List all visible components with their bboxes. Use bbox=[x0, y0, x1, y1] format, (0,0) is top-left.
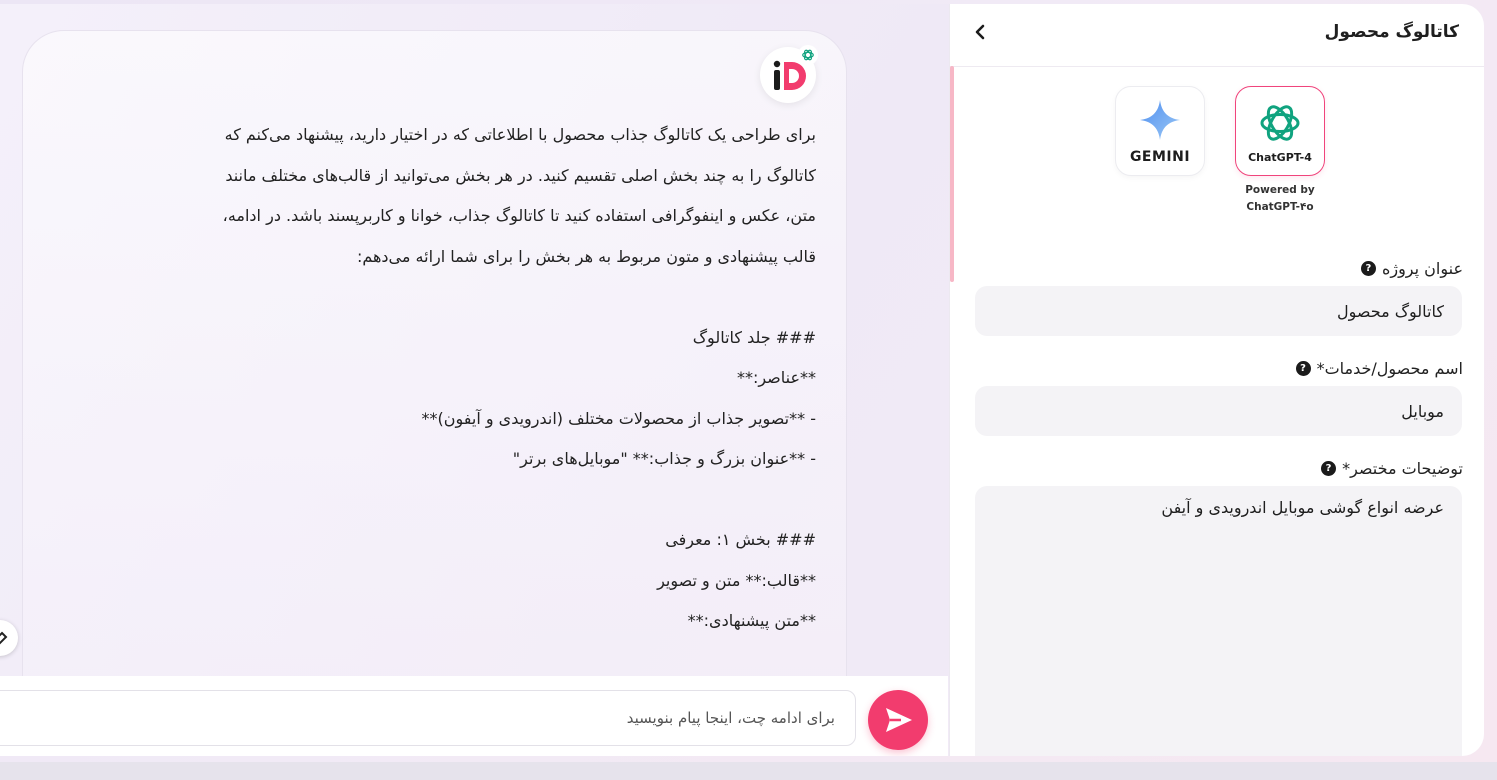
field-value: عرضه انواع گوشی موبایل اندرویدی و آیفن bbox=[1161, 498, 1444, 517]
message-line: **متن پیشنهادی:** bbox=[687, 611, 816, 630]
project-title-label: عنوان پروژه ? bbox=[1360, 259, 1463, 278]
assistant-message-bubble: برای طراحی یک کاتالوگ جذاب محصول با اطلا… bbox=[22, 30, 847, 692]
help-icon[interactable]: ? bbox=[1360, 261, 1376, 276]
sidebar-title: کاتالوگ محصول bbox=[1324, 22, 1459, 42]
message-blank-line bbox=[46, 277, 816, 318]
powered-by-line: Powered by bbox=[1245, 184, 1315, 196]
product-name-input[interactable]: موبایل bbox=[975, 386, 1462, 436]
gemini-star-icon bbox=[1140, 100, 1180, 140]
settings-sidebar: کاتالوگ محصول ChatGPT-4 GEMINI Powered b… bbox=[949, 4, 1484, 756]
message-line: ### جلد کاتالوگ bbox=[692, 327, 816, 347]
help-icon[interactable]: ? bbox=[1295, 361, 1311, 376]
message-line: - **عنوان بزرگ و جذاب:** "موبایل‌های برت… bbox=[512, 449, 816, 468]
model-label: ChatGPT-4 bbox=[1248, 150, 1312, 164]
message-blank-line bbox=[46, 480, 816, 521]
send-arrow-icon bbox=[886, 708, 912, 732]
message-line: کاتالوگ را به چند بخش اصلی تقسیم کنید. د… bbox=[225, 165, 816, 185]
description-label: توضیحات مختصر* ? bbox=[1321, 459, 1463, 478]
product-name-label: اسم محصول/خدمات* ? bbox=[1295, 359, 1463, 378]
field-label-text: اسم محصول/خدمات* bbox=[1316, 359, 1463, 378]
message-line: متن، عکس و اینفوگرافی استفاده کنید تا کا… bbox=[222, 206, 816, 225]
message-line: - **تصویر جذاب از محصولات مختلف (اندروید… bbox=[421, 408, 816, 428]
scroll-accent-bar bbox=[950, 66, 954, 282]
message-line: **عناصر:** bbox=[736, 368, 816, 387]
edit-pencil-button[interactable] bbox=[0, 620, 18, 656]
chat-message-input[interactable] bbox=[0, 690, 856, 746]
openai-icon bbox=[1260, 104, 1300, 141]
collapse-sidebar-button[interactable] bbox=[966, 18, 994, 46]
chat-composer bbox=[0, 676, 948, 756]
powered-by-note: Powered by ChatGPT-۴o bbox=[1235, 182, 1325, 216]
message-line: ### بخش ۱: معرفی bbox=[665, 530, 816, 549]
openai-badge-icon bbox=[798, 45, 818, 65]
app-frame: برای طراحی یک کاتالوگ جذاب محصول با اطلا… bbox=[0, 4, 1484, 756]
model-option-gemini[interactable]: GEMINI bbox=[1115, 86, 1205, 176]
chevron-left-icon bbox=[975, 24, 985, 40]
message-line: برای طراحی یک کاتالوگ جذاب محصول با اطلا… bbox=[224, 125, 816, 144]
assistant-message-text: برای طراحی یک کاتالوگ جذاب محصول با اطلا… bbox=[46, 115, 816, 642]
bottom-strip bbox=[0, 762, 1497, 780]
field-label-text: عنوان پروژه bbox=[1381, 259, 1463, 278]
message-line: قالب پیشنهادی و متون مربوط به هر بخش را … bbox=[356, 246, 816, 266]
field-value: موبایل bbox=[1401, 401, 1444, 421]
field-value: کاتالوگ محصول bbox=[1336, 301, 1444, 321]
model-option-chatgpt4[interactable]: ChatGPT-4 bbox=[1235, 86, 1325, 176]
model-label: GEMINI bbox=[1129, 149, 1191, 165]
field-label-text: توضیحات مختصر* bbox=[1342, 459, 1463, 478]
description-textarea[interactable]: عرضه انواع گوشی موبایل اندرویدی و آیفن bbox=[975, 486, 1462, 756]
send-button[interactable] bbox=[868, 690, 928, 750]
sidebar-header: کاتالوگ محصول bbox=[950, 4, 1484, 67]
project-title-input[interactable]: کاتالوگ محصول bbox=[975, 286, 1462, 336]
help-icon[interactable]: ? bbox=[1321, 461, 1337, 476]
assistant-avatar bbox=[760, 45, 818, 103]
pencil-icon bbox=[0, 631, 8, 645]
powered-model-name: ChatGPT-۴o bbox=[1246, 201, 1314, 213]
message-line: **قالب:** متن و تصویر bbox=[657, 570, 816, 590]
